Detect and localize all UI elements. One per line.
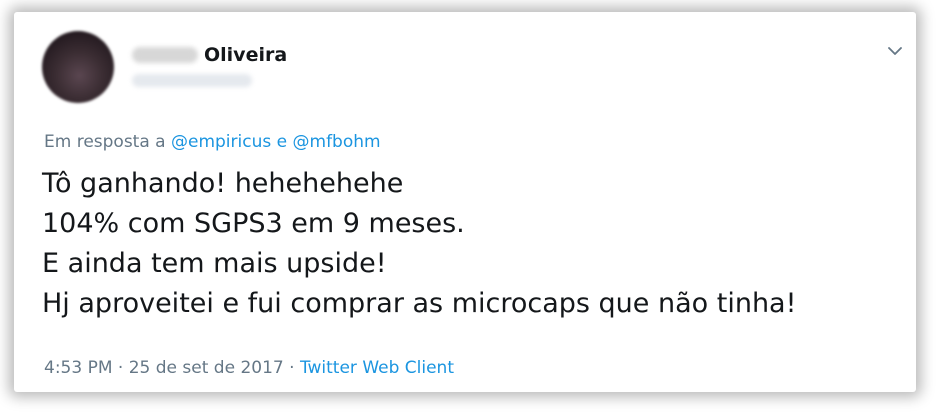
tweet-line: Hj aproveitei e fui comprar as microcaps… bbox=[42, 288, 797, 319]
blurred-handle[interactable] bbox=[132, 74, 252, 87]
chevron-down-icon[interactable] bbox=[886, 42, 904, 60]
reply-prefix: Em resposta a bbox=[44, 132, 166, 152]
tweet-line: 104% com SGPS3 em 9 meses. bbox=[42, 208, 465, 239]
tweet-line: Tô ganhando! hehehehehe bbox=[42, 168, 404, 199]
reply-conjunction: e bbox=[276, 132, 288, 152]
tweet-meta: 4:53 PM · 25 de set de 2017 · Twitter We… bbox=[44, 358, 454, 378]
tweet-date[interactable]: 25 de set de 2017 bbox=[129, 358, 284, 378]
tweet-time[interactable]: 4:53 PM bbox=[44, 358, 113, 378]
display-name[interactable]: Oliveira bbox=[204, 44, 287, 66]
mention-link-1[interactable]: @empiricus bbox=[171, 132, 271, 152]
tweet-source-link[interactable]: Twitter Web Client bbox=[300, 358, 454, 378]
tweet-card: Oliveira Em resposta a @empiricus e @mfb… bbox=[14, 12, 916, 392]
mention-link-2[interactable]: @mfbohm bbox=[293, 132, 381, 152]
tweet-text: Tô ganhando! hehehehehe 104% com SGPS3 e… bbox=[42, 164, 902, 324]
meta-separator: · bbox=[289, 358, 295, 378]
meta-separator: · bbox=[117, 358, 124, 378]
author-name[interactable]: Oliveira bbox=[132, 44, 287, 66]
reply-context: Em resposta a @empiricus e @mfbohm bbox=[44, 132, 381, 152]
avatar[interactable] bbox=[42, 31, 114, 103]
blurred-first-name bbox=[132, 47, 198, 63]
tweet-line: E ainda tem mais upside! bbox=[42, 248, 387, 279]
